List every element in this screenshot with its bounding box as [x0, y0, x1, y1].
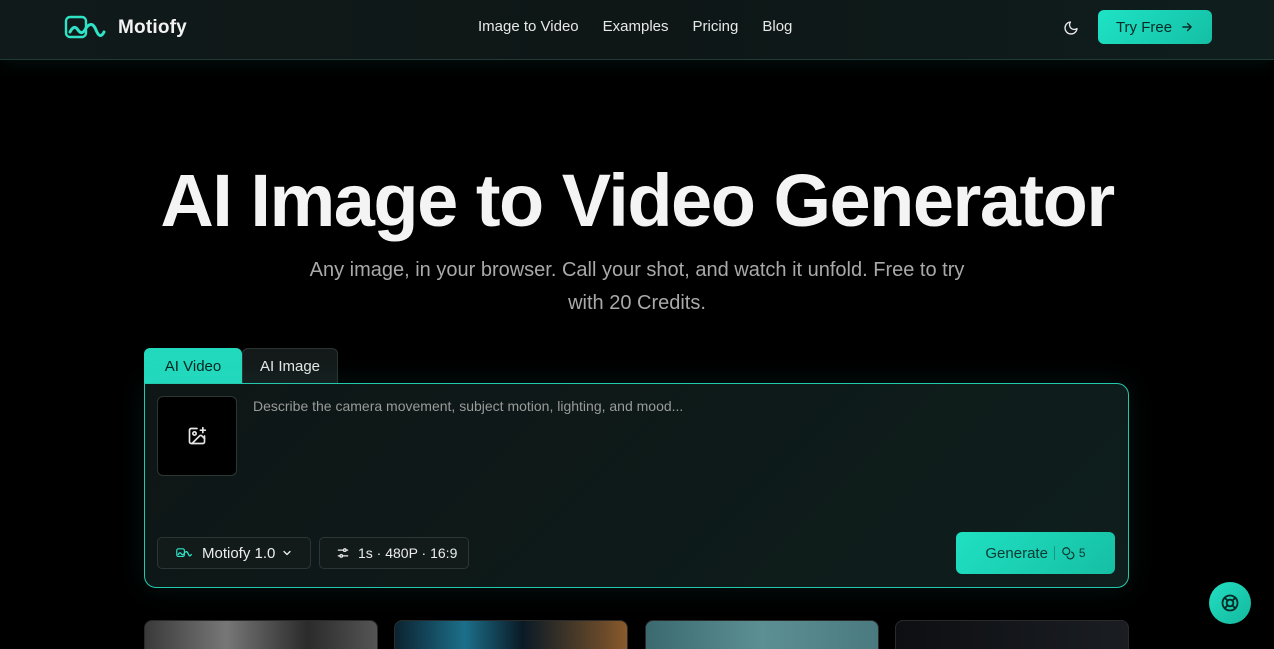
top-navbar: Motiofy Image to Video Examples Pricing … [0, 0, 1274, 60]
example-thumbnail[interactable] [645, 620, 879, 649]
coins-icon [1062, 547, 1075, 560]
hero-title: AI Image to Video Generator [160, 159, 1115, 242]
try-free-label: Try Free [1115, 18, 1173, 36]
nav-link-image-to-video[interactable]: Image to Video [478, 18, 579, 35]
generate-cost: 5 [1078, 546, 1086, 560]
video-settings-button[interactable]: 1s · 480P · 16:9 [319, 537, 469, 569]
generate-button[interactable]: Generate 5 [956, 532, 1115, 574]
prompt-input[interactable] [253, 398, 1113, 518]
wave-logo-icon [64, 15, 106, 39]
model-select[interactable]: Motiofy 1.0 [157, 537, 311, 569]
brand-logo-link[interactable]: Motiofy [64, 14, 187, 42]
generate-divider [1053, 546, 1055, 560]
tab-ai-image[interactable]: AI Image [242, 348, 338, 384]
theme-toggle-button[interactable] [1060, 17, 1082, 39]
try-free-button[interactable]: Try Free [1098, 10, 1212, 44]
example-thumbnail[interactable] [895, 620, 1129, 649]
example-thumbnail[interactable] [144, 620, 378, 649]
nav-link-examples[interactable]: Examples [603, 18, 669, 35]
brand-name: Motiofy [118, 17, 187, 38]
sliders-icon [337, 548, 349, 558]
hero-subtitle: Any image, in your browser. Call your sh… [309, 259, 965, 314]
moon-icon [1064, 21, 1078, 35]
example-thumbnail[interactable] [394, 620, 628, 649]
wave-logo-icon [176, 548, 192, 557]
lifebuoy-icon [1221, 594, 1239, 612]
arrow-right-icon [1182, 22, 1192, 32]
generate-label: Generate [985, 544, 1048, 562]
prompt-editor: Motiofy 1.0 1s · 480P · 16:9 Generate 5 [144, 383, 1129, 588]
nav-link-pricing[interactable]: Pricing [693, 18, 739, 35]
main-nav: Image to Video Examples Pricing Blog [478, 18, 816, 35]
chevron-down-icon [283, 550, 292, 556]
image-plus-icon [188, 426, 207, 445]
help-button[interactable] [1209, 582, 1251, 624]
tab-ai-video[interactable]: AI Video [144, 348, 242, 384]
nav-link-blog[interactable]: Blog [762, 18, 792, 35]
image-upload-button[interactable] [157, 396, 237, 476]
video-settings-label: 1s · 480P · 16:9 [358, 545, 458, 561]
model-select-label: Motiofy 1.0 [202, 544, 276, 562]
mode-tabs: AI Video AI Image [144, 348, 338, 384]
